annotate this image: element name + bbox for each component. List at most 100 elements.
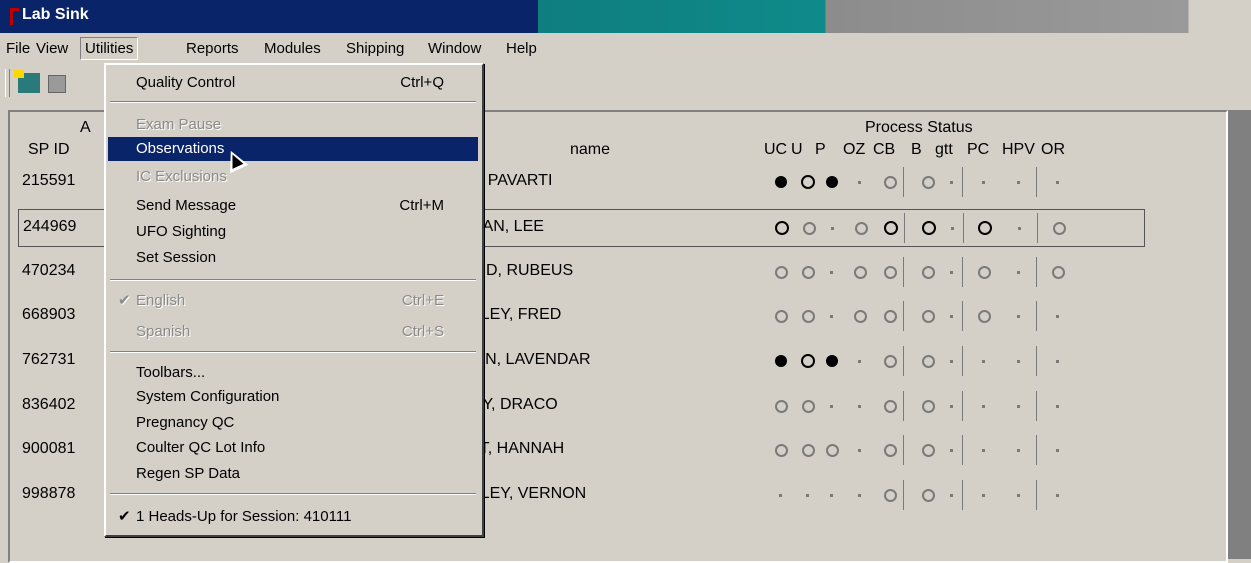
column-header-sp-id[interactable]: SP ID bbox=[28, 141, 70, 159]
window-title: Lab Sink bbox=[22, 6, 89, 23]
column-header-name[interactable]: name bbox=[570, 141, 610, 159]
status-circle-icon bbox=[855, 222, 868, 235]
menu-item-toolbars[interactable]: Toolbars... bbox=[108, 361, 478, 385]
status-group-divider bbox=[1036, 391, 1037, 421]
status-group-divider bbox=[962, 391, 963, 421]
pending-dot-icon bbox=[1017, 405, 1020, 408]
pending-dot-icon bbox=[830, 315, 833, 318]
status-circle-icon bbox=[978, 310, 991, 323]
column-header-status-p[interactable]: P bbox=[815, 141, 826, 159]
status-p-indicator bbox=[825, 443, 839, 457]
status-circle-icon bbox=[826, 355, 838, 367]
status-b-indicator bbox=[921, 265, 935, 279]
status-uc-indicator bbox=[774, 443, 788, 457]
status-cb-indicator bbox=[883, 265, 897, 279]
menu-view[interactable]: View bbox=[36, 40, 68, 57]
column-header-status-b[interactable]: B bbox=[911, 141, 922, 159]
sp-id-cell: 836402 bbox=[22, 396, 76, 413]
status-group-divider bbox=[962, 480, 963, 510]
status-group-divider bbox=[903, 167, 904, 197]
status-group-divider bbox=[903, 257, 904, 287]
status-group-divider bbox=[903, 346, 904, 376]
menu-item-pregnancy-qc[interactable]: Pregnancy QC bbox=[108, 411, 478, 435]
menu-modules[interactable]: Modules bbox=[264, 40, 321, 57]
status-cb-indicator bbox=[883, 443, 897, 457]
status-oz-indicator bbox=[853, 354, 867, 368]
menu-item-send-message[interactable]: Send Message Ctrl+M bbox=[108, 194, 478, 218]
status-gtt-indicator bbox=[945, 265, 959, 279]
status-group-divider bbox=[962, 435, 963, 465]
menu-utilities[interactable]: Utilities bbox=[80, 37, 139, 60]
column-header-status-oz[interactable]: OZ bbox=[843, 141, 865, 159]
menu-separator bbox=[110, 351, 476, 353]
new-session-icon[interactable] bbox=[14, 70, 40, 93]
status-u-indicator bbox=[801, 399, 815, 413]
column-header-status-uc[interactable]: UC bbox=[764, 141, 787, 159]
status-hpv-indicator bbox=[1012, 309, 1026, 323]
status-circle-icon bbox=[922, 221, 936, 235]
name-cell: RID, RUBEUS bbox=[470, 262, 574, 279]
pending-dot-icon bbox=[858, 449, 861, 452]
menu-help[interactable]: Help bbox=[506, 40, 537, 57]
status-cb-indicator bbox=[883, 175, 897, 189]
status-circle-icon bbox=[775, 444, 788, 457]
status-u-indicator bbox=[802, 221, 816, 235]
sp-id-cell: 998878 bbox=[22, 485, 76, 502]
column-header-status-gtt[interactable]: gtt bbox=[935, 141, 953, 159]
status-pc-indicator bbox=[977, 443, 991, 457]
status-circle-icon bbox=[978, 266, 991, 279]
menu-window[interactable]: Window bbox=[428, 40, 481, 57]
menu-file[interactable]: File bbox=[6, 40, 30, 57]
sp-id-cell: 215591 bbox=[22, 172, 76, 189]
status-circle-icon bbox=[884, 400, 897, 413]
pending-dot-icon bbox=[1017, 494, 1020, 497]
menu-item-quality-control[interactable]: Quality Control Ctrl+Q bbox=[108, 71, 478, 95]
status-cb-indicator bbox=[883, 354, 897, 368]
status-circle-icon bbox=[854, 310, 867, 323]
menu-item-heads-up[interactable]: ✔ 1 Heads-Up for Session: 410111 bbox=[108, 505, 478, 529]
column-header-status-or[interactable]: OR bbox=[1041, 141, 1065, 159]
status-group-divider bbox=[1036, 435, 1037, 465]
status-gtt-indicator bbox=[945, 175, 959, 189]
menu-item-ufo-sighting[interactable]: UFO Sighting bbox=[108, 220, 478, 244]
column-header-status-cb[interactable]: CB bbox=[873, 141, 895, 159]
status-b-indicator bbox=[921, 443, 935, 457]
status-group-divider bbox=[962, 257, 963, 287]
menu-shipping[interactable]: Shipping bbox=[346, 40, 404, 57]
pending-dot-icon bbox=[950, 271, 953, 274]
status-cb-indicator bbox=[883, 399, 897, 413]
status-hpv-indicator bbox=[1012, 488, 1026, 502]
status-cb-indicator bbox=[883, 488, 897, 502]
menu-item-regen-sp-data[interactable]: Regen SP Data bbox=[108, 462, 478, 486]
status-u-indicator bbox=[801, 309, 815, 323]
pending-dot-icon bbox=[858, 360, 861, 363]
status-uc-indicator bbox=[775, 221, 789, 235]
status-circle-icon bbox=[884, 444, 897, 457]
menu-item-observations[interactable]: Observations bbox=[108, 137, 478, 161]
column-header-process-status: Process Status bbox=[865, 119, 973, 136]
toolbar-grip[interactable] bbox=[5, 69, 10, 97]
status-oz-indicator bbox=[853, 175, 867, 189]
menu-reports[interactable]: Reports bbox=[186, 40, 239, 57]
status-u-indicator bbox=[801, 265, 815, 279]
status-group-divider bbox=[903, 480, 904, 510]
column-header-status-u[interactable]: U bbox=[791, 141, 803, 159]
menu-item-system-configuration[interactable]: System Configuration bbox=[108, 385, 478, 409]
pending-dot-icon bbox=[950, 405, 953, 408]
pending-dot-icon bbox=[858, 494, 861, 497]
menu-item-set-session[interactable]: Set Session bbox=[108, 246, 478, 270]
pending-dot-icon bbox=[806, 494, 809, 497]
column-header-status-pc[interactable]: PC bbox=[967, 141, 989, 159]
status-cb-indicator bbox=[883, 309, 897, 323]
close-session-icon[interactable] bbox=[48, 75, 66, 93]
menu-item-coulter-qc-lot-info[interactable]: Coulter QC Lot Info bbox=[108, 436, 478, 460]
pending-dot-icon bbox=[830, 494, 833, 497]
status-uc-indicator bbox=[774, 399, 788, 413]
status-or-indicator bbox=[1051, 354, 1065, 368]
status-circle-icon bbox=[775, 355, 787, 367]
column-header-status-hpv[interactable]: HPV bbox=[1002, 141, 1035, 159]
status-p-indicator bbox=[825, 354, 839, 368]
status-circle-icon bbox=[826, 444, 839, 457]
pending-dot-icon bbox=[950, 494, 953, 497]
status-hpv-indicator bbox=[1012, 265, 1026, 279]
